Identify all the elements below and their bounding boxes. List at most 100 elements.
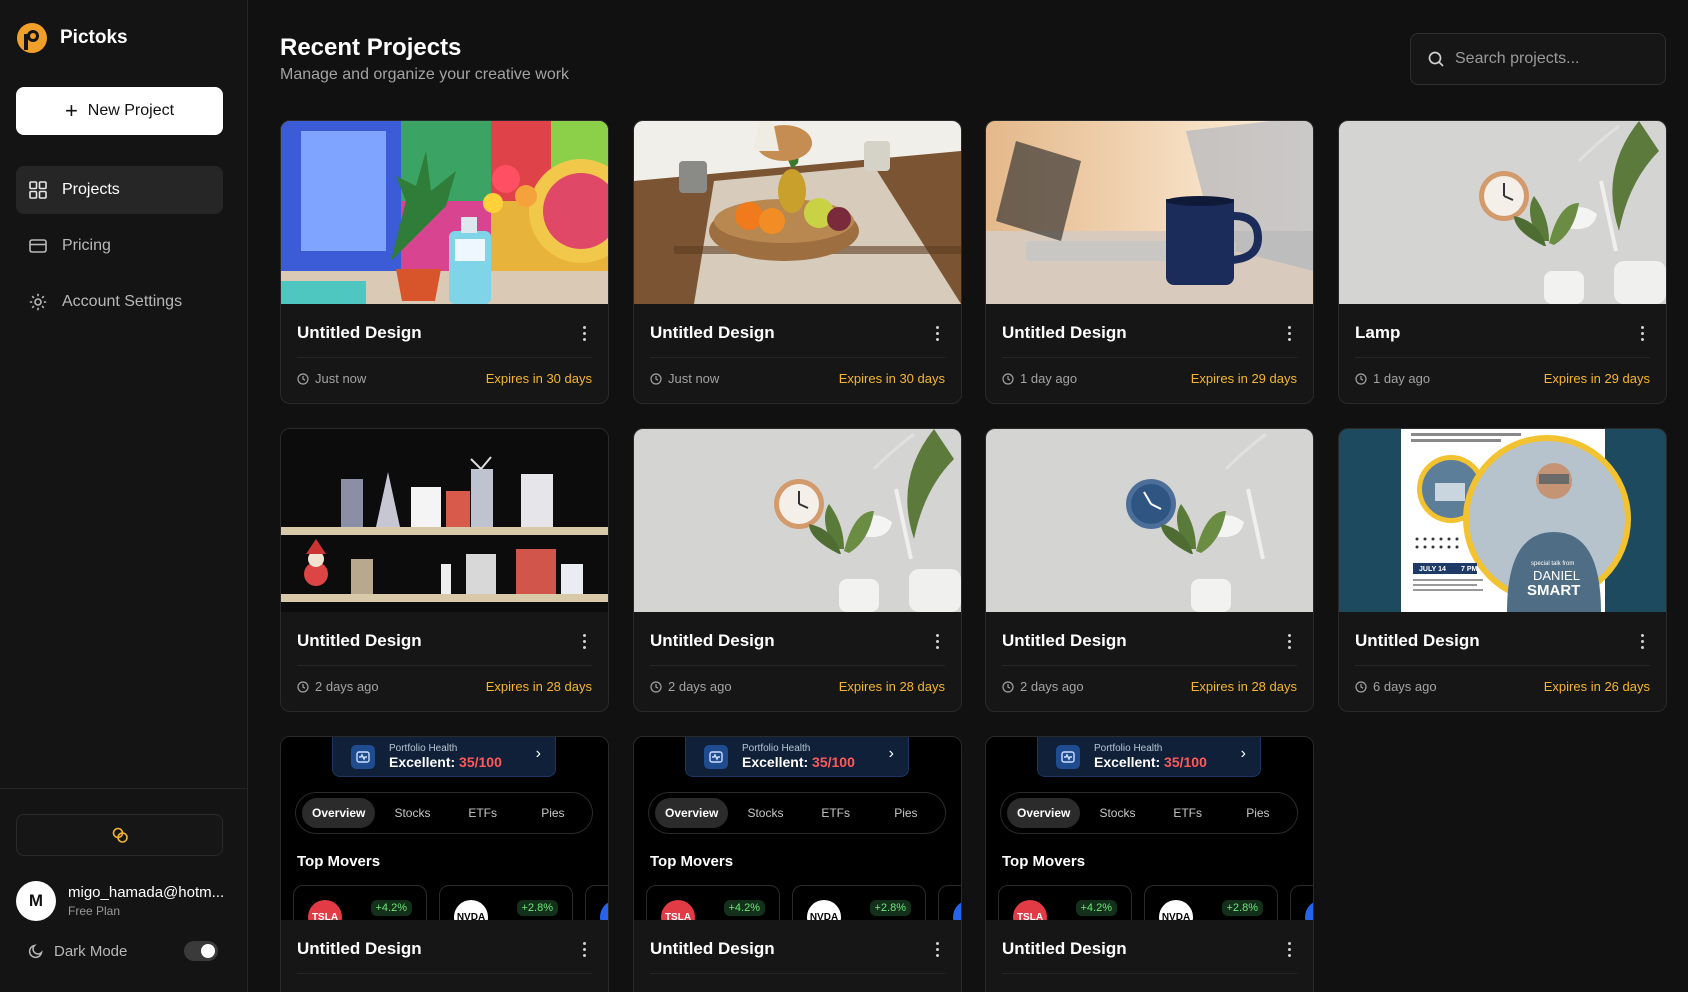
project-card[interactable]: Untitled Design 2 days ago Expires in 28… xyxy=(633,428,962,712)
more-options-icon[interactable] xyxy=(1632,323,1652,343)
sidebar-footer: M migo_hamada@hotm... Free Plan Dark Mod… xyxy=(0,788,248,992)
project-title: Untitled Design xyxy=(650,631,775,650)
more-options-icon[interactable] xyxy=(1279,631,1299,651)
project-card[interactable]: Untitled Design 2 days ago Expires in 28… xyxy=(280,428,609,712)
new-project-button[interactable]: + New Project xyxy=(16,87,223,135)
divider xyxy=(1002,357,1297,358)
more-options-icon[interactable] xyxy=(1632,631,1652,651)
clock-icon xyxy=(297,372,309,385)
page-subtitle: Manage and organize your creative work xyxy=(280,66,570,83)
divider xyxy=(650,973,945,974)
project-thumbnail[interactable]: Portfolio Health Excellent: 35/100 › Ove… xyxy=(281,737,608,920)
portfolio-tab: Overview xyxy=(302,798,376,828)
more-options-icon[interactable] xyxy=(927,323,947,343)
dark-mode-row: Dark Mode xyxy=(28,941,218,961)
mover-ticker: TSLA xyxy=(1013,900,1047,920)
divider xyxy=(1355,357,1650,358)
mover-change: +4.2% xyxy=(1075,900,1117,916)
project-expiry: Expires in 29 days xyxy=(1190,371,1297,386)
clock-icon xyxy=(297,680,309,693)
mover-change: +4.2% xyxy=(723,900,765,916)
page-title: Recent Projects xyxy=(280,34,462,61)
sidebar-item-pricing[interactable]: Pricing xyxy=(16,222,223,270)
project-thumbnail[interactable] xyxy=(986,429,1313,612)
more-options-icon[interactable] xyxy=(1279,323,1299,343)
mover-logo xyxy=(953,900,961,920)
clock-icon xyxy=(650,372,662,385)
brand-name: Pictoks xyxy=(60,27,128,48)
project-card[interactable]: Untitled Design 1 day ago Expires in 29 … xyxy=(985,120,1314,404)
mover-card: TSLA +4.2% xyxy=(293,885,427,920)
chevron-right-icon: › xyxy=(535,745,541,762)
project-title: Untitled Design xyxy=(1002,323,1127,342)
project-card[interactable]: Untitled Design Just now Expires in 30 d… xyxy=(633,120,962,404)
sidebar-item-account-settings[interactable]: Account Settings xyxy=(16,278,223,326)
search-input[interactable] xyxy=(1455,50,1645,68)
project-thumbnail[interactable]: JULY 14 7 PM special talk from DANIEL SM… xyxy=(1339,429,1666,612)
portfolio-tab: ETFs xyxy=(821,806,851,820)
mover-ticker: NVDA xyxy=(807,900,841,920)
mover-ticker: NVDA xyxy=(454,900,488,920)
portfolio-tab: Pies xyxy=(541,806,565,820)
project-time: 1 day ago xyxy=(1355,371,1430,386)
user-profile[interactable]: M migo_hamada@hotm... Free Plan xyxy=(16,881,224,921)
dark-mode-label: Dark Mode xyxy=(54,942,128,960)
project-card[interactable]: Portfolio Health Excellent: 35/100 › Ove… xyxy=(633,736,962,992)
project-thumbnail[interactable] xyxy=(634,121,961,304)
top-movers-title: Top Movers xyxy=(297,853,381,870)
heart-pulse-icon xyxy=(1056,744,1080,769)
project-card[interactable]: Untitled Design Just now Expires in 30 d… xyxy=(280,120,609,404)
project-thumbnail[interactable] xyxy=(986,121,1313,304)
project-time: 2 days ago xyxy=(650,679,732,694)
more-options-icon[interactable] xyxy=(1279,939,1299,959)
project-time: Just now xyxy=(650,371,719,386)
project-thumbnail[interactable] xyxy=(281,121,608,304)
credit-card-icon xyxy=(29,239,47,253)
heart-pulse-icon xyxy=(704,744,728,769)
sidebar-item-projects[interactable]: Projects xyxy=(16,166,223,214)
credits-button[interactable] xyxy=(16,814,223,856)
project-thumbnail[interactable]: Portfolio Health Excellent: 35/100 › Ove… xyxy=(986,737,1313,920)
chevron-right-icon: › xyxy=(888,745,894,762)
clock-icon xyxy=(1002,680,1014,693)
search-icon xyxy=(1428,51,1444,67)
project-title: Untitled Design xyxy=(1002,939,1127,958)
portfolio-health-label: Portfolio Health xyxy=(742,743,811,754)
portfolio-tab: Overview xyxy=(655,798,729,828)
flyer-time: 7 PM xyxy=(1461,566,1478,573)
project-thumbnail[interactable]: Portfolio Health Excellent: 35/100 › Ove… xyxy=(634,737,961,920)
project-title: Untitled Design xyxy=(297,323,422,342)
project-card[interactable]: JULY 14 7 PM special talk from DANIEL SM… xyxy=(1338,428,1667,712)
flyer-last: SMART xyxy=(1527,582,1580,599)
project-thumbnail[interactable] xyxy=(634,429,961,612)
mover-change: +4.2% xyxy=(370,900,412,916)
project-thumbnail[interactable] xyxy=(1339,121,1666,304)
more-options-icon[interactable] xyxy=(574,631,594,651)
project-title: Untitled Design xyxy=(1355,631,1480,650)
search-box[interactable] xyxy=(1410,33,1666,85)
clock-icon xyxy=(1355,680,1367,693)
more-options-icon[interactable] xyxy=(927,631,947,651)
mover-ticker: TSLA xyxy=(661,900,695,920)
more-options-icon[interactable] xyxy=(574,323,594,343)
project-card[interactable]: Portfolio Health Excellent: 35/100 › Ove… xyxy=(280,736,609,992)
portfolio-health-score: Excellent: 35/100 xyxy=(389,754,502,770)
dark-mode-toggle[interactable] xyxy=(184,941,218,961)
project-thumbnail[interactable] xyxy=(281,429,608,612)
project-card[interactable]: Untitled Design 2 days ago Expires in 28… xyxy=(985,428,1314,712)
portfolio-tab: ETFs xyxy=(1173,806,1203,820)
project-expiry: Expires in 30 days xyxy=(485,371,592,386)
more-options-icon[interactable] xyxy=(574,939,594,959)
brand[interactable]: Pictoks xyxy=(16,22,128,54)
portfolio-tab: Stocks xyxy=(394,806,431,820)
project-title: Untitled Design xyxy=(650,939,775,958)
pictoks-logo-icon xyxy=(17,23,47,53)
project-title: Untitled Design xyxy=(1002,631,1127,650)
user-plan: Free Plan xyxy=(68,904,121,918)
mover-card xyxy=(1290,885,1313,920)
project-card[interactable]: Lamp 1 day ago Expires in 29 days xyxy=(1338,120,1667,404)
gear-icon xyxy=(29,293,47,311)
project-card[interactable]: Portfolio Health Excellent: 35/100 › Ove… xyxy=(985,736,1314,992)
more-options-icon[interactable] xyxy=(927,939,947,959)
portfolio-tabs: Overview Stocks ETFs Pies xyxy=(295,792,593,834)
